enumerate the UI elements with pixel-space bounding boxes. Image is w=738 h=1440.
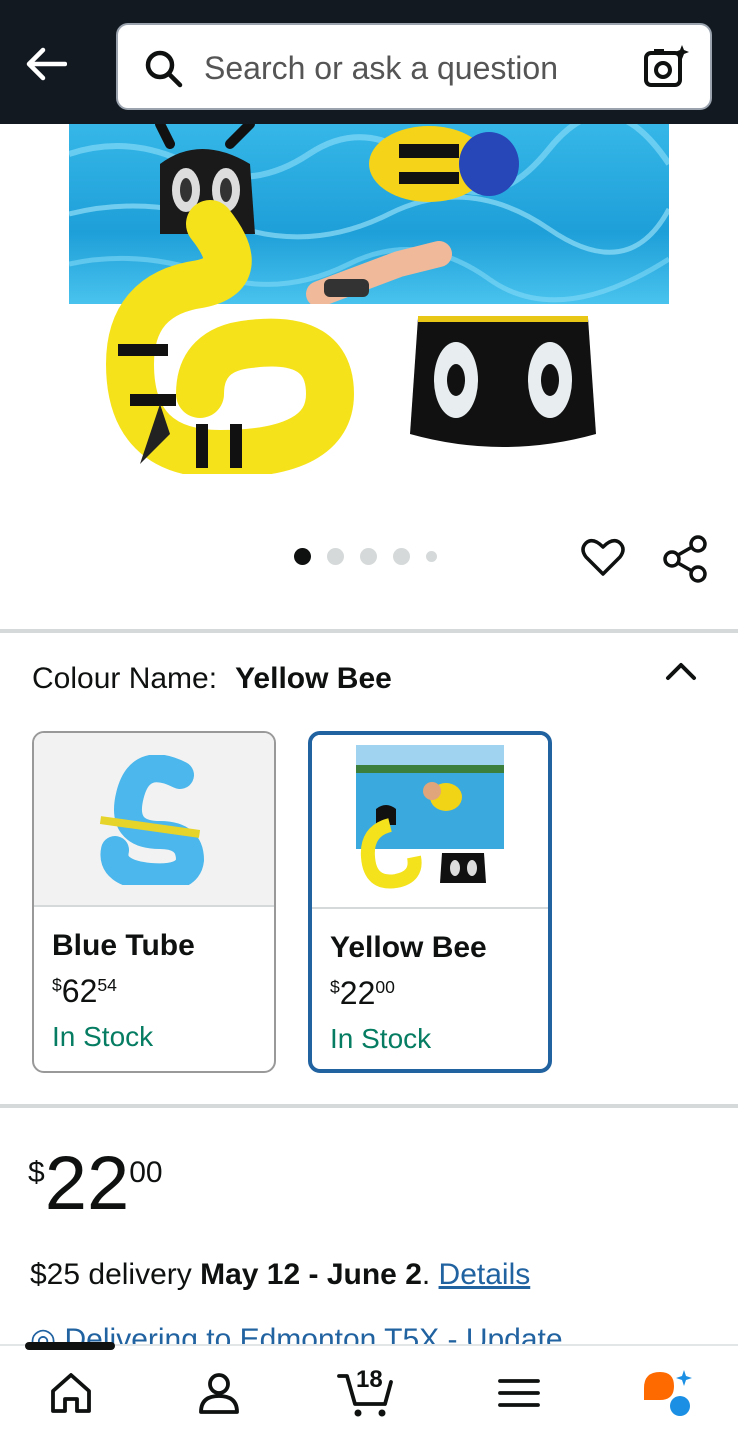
variant-price: $2200 [330,975,395,1012]
carousel-dot[interactable] [327,548,344,565]
active-tab-indicator [25,1342,115,1350]
deliver-to-text: Delivering to Edmonton T5X - Update [64,1323,563,1346]
details-link[interactable]: Details [439,1258,531,1291]
price-whole: 22 [339,975,376,1011]
variant-image [34,733,274,907]
blue-tube-image [100,755,205,885]
price-fraction: 54 [97,975,117,995]
stock-status: In Stock [330,1023,432,1054]
colour-name-row: Colour Name: Yellow Bee [32,662,392,696]
carousel-dot[interactable] [360,548,377,565]
product-image[interactable] [0,124,738,504]
camera-lens-icon[interactable] [642,43,690,91]
carousel-dot[interactable] [393,548,410,565]
currency-symbol: $ [330,977,340,997]
search-input[interactable]: Search or ask a question [204,50,558,87]
bee-float-image [105,124,355,474]
colour-selected: Yellow Bee [235,662,392,695]
back-arrow-icon[interactable] [22,42,70,86]
delivery-suffix: . [421,1258,439,1291]
top-bar: Search or ask a question [0,0,738,124]
carousel-dot-active[interactable] [294,548,311,565]
bee-cap-image [410,316,596,447]
account-icon[interactable] [194,1368,244,1418]
yellow-bee-image [356,745,504,889]
price-fraction: 00 [375,977,395,997]
variant-card-blue-tube[interactable]: Blue Tube $6254 In Stock [32,731,276,1073]
rufus-ai-icon[interactable] [640,1368,696,1418]
home-icon[interactable] [46,1368,96,1418]
currency-symbol: $ [52,975,62,995]
search-bar[interactable]: Search or ask a question [116,23,712,110]
delivery-info: $25 delivery May 12 - June 2. Details [30,1258,530,1292]
variant-card-yellow-bee[interactable]: Yellow Bee $2200 In Stock [308,731,552,1073]
section-divider [0,1104,738,1108]
variant-name: Yellow Bee [330,931,487,964]
delivery-cost: $25 delivery [30,1258,201,1291]
stock-status: In Stock [52,1021,154,1052]
variant-price: $6254 [52,973,117,1010]
carousel-indicator [294,548,437,565]
carousel-dot[interactable] [426,551,437,562]
search-icon [145,50,183,88]
price-fraction: 00 [129,1156,163,1189]
colour-label: Colour Name: [32,662,218,695]
cart-count-badge: 18 [356,1366,383,1393]
heart-icon[interactable] [580,534,626,580]
currency-symbol: $ [28,1156,45,1189]
product-price: $2200 [28,1146,163,1222]
share-icon[interactable] [660,534,710,584]
delivery-dates: May 12 - June 2 [200,1258,422,1291]
menu-icon[interactable] [494,1368,544,1418]
price-whole: 62 [61,973,98,1009]
variant-name: Blue Tube [52,929,195,962]
variant-image [312,735,548,909]
price-whole: 22 [44,1141,130,1226]
section-divider [0,629,738,633]
chevron-up-icon[interactable] [664,656,698,686]
